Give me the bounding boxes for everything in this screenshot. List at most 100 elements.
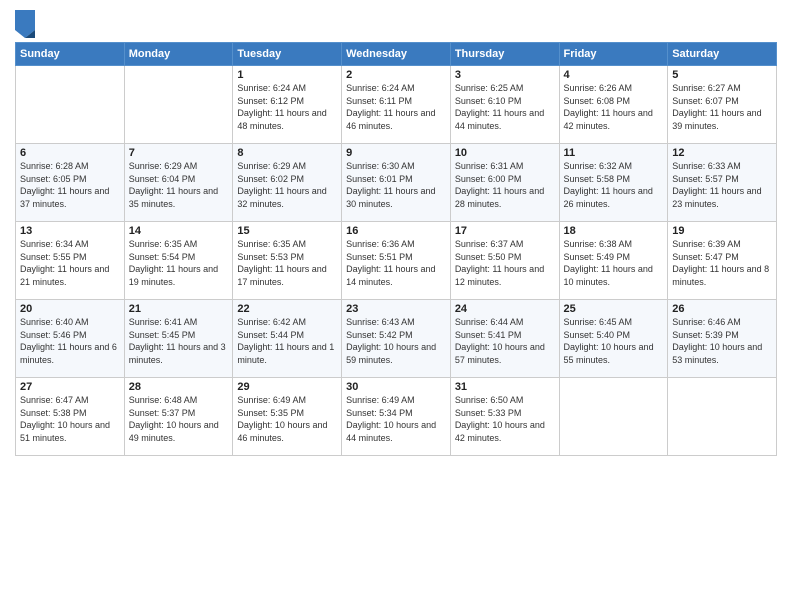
calendar-cell: 6Sunrise: 6:28 AM Sunset: 6:05 PM Daylig… xyxy=(16,144,125,222)
calendar-cell: 13Sunrise: 6:34 AM Sunset: 5:55 PM Dayli… xyxy=(16,222,125,300)
day-number: 9 xyxy=(346,147,446,159)
day-info: Sunrise: 6:24 AM Sunset: 6:12 PM Dayligh… xyxy=(237,82,337,132)
calendar-week-row: 13Sunrise: 6:34 AM Sunset: 5:55 PM Dayli… xyxy=(16,222,777,300)
day-info: Sunrise: 6:41 AM Sunset: 5:45 PM Dayligh… xyxy=(129,316,229,366)
calendar-cell: 28Sunrise: 6:48 AM Sunset: 5:37 PM Dayli… xyxy=(124,378,233,456)
day-info: Sunrise: 6:26 AM Sunset: 6:08 PM Dayligh… xyxy=(564,82,664,132)
day-number: 15 xyxy=(237,225,337,237)
day-number: 11 xyxy=(564,147,664,159)
calendar-cell: 11Sunrise: 6:32 AM Sunset: 5:58 PM Dayli… xyxy=(559,144,668,222)
day-info: Sunrise: 6:43 AM Sunset: 5:42 PM Dayligh… xyxy=(346,316,446,366)
day-info: Sunrise: 6:49 AM Sunset: 5:34 PM Dayligh… xyxy=(346,394,446,444)
day-number: 1 xyxy=(237,69,337,81)
calendar-cell: 2Sunrise: 6:24 AM Sunset: 6:11 PM Daylig… xyxy=(342,66,451,144)
day-number: 18 xyxy=(564,225,664,237)
calendar-header-row: SundayMondayTuesdayWednesdayThursdayFrid… xyxy=(16,43,777,66)
calendar-cell: 18Sunrise: 6:38 AM Sunset: 5:49 PM Dayli… xyxy=(559,222,668,300)
day-number: 17 xyxy=(455,225,555,237)
day-info: Sunrise: 6:31 AM Sunset: 6:00 PM Dayligh… xyxy=(455,160,555,210)
day-info: Sunrise: 6:29 AM Sunset: 6:02 PM Dayligh… xyxy=(237,160,337,210)
day-number: 22 xyxy=(237,303,337,315)
day-info: Sunrise: 6:35 AM Sunset: 5:53 PM Dayligh… xyxy=(237,238,337,288)
calendar-cell: 12Sunrise: 6:33 AM Sunset: 5:57 PM Dayli… xyxy=(668,144,777,222)
day-info: Sunrise: 6:27 AM Sunset: 6:07 PM Dayligh… xyxy=(672,82,772,132)
calendar-cell: 8Sunrise: 6:29 AM Sunset: 6:02 PM Daylig… xyxy=(233,144,342,222)
day-number: 28 xyxy=(129,381,229,393)
calendar-cell: 23Sunrise: 6:43 AM Sunset: 5:42 PM Dayli… xyxy=(342,300,451,378)
day-info: Sunrise: 6:46 AM Sunset: 5:39 PM Dayligh… xyxy=(672,316,772,366)
calendar-cell xyxy=(16,66,125,144)
day-info: Sunrise: 6:35 AM Sunset: 5:54 PM Dayligh… xyxy=(129,238,229,288)
day-of-week-header: Monday xyxy=(124,43,233,66)
day-info: Sunrise: 6:33 AM Sunset: 5:57 PM Dayligh… xyxy=(672,160,772,210)
calendar-cell: 19Sunrise: 6:39 AM Sunset: 5:47 PM Dayli… xyxy=(668,222,777,300)
day-info: Sunrise: 6:37 AM Sunset: 5:50 PM Dayligh… xyxy=(455,238,555,288)
day-number: 26 xyxy=(672,303,772,315)
day-info: Sunrise: 6:30 AM Sunset: 6:01 PM Dayligh… xyxy=(346,160,446,210)
calendar-page: SundayMondayTuesdayWednesdayThursdayFrid… xyxy=(0,0,792,612)
day-info: Sunrise: 6:45 AM Sunset: 5:40 PM Dayligh… xyxy=(564,316,664,366)
day-info: Sunrise: 6:42 AM Sunset: 5:44 PM Dayligh… xyxy=(237,316,337,366)
calendar-week-row: 6Sunrise: 6:28 AM Sunset: 6:05 PM Daylig… xyxy=(16,144,777,222)
day-info: Sunrise: 6:48 AM Sunset: 5:37 PM Dayligh… xyxy=(129,394,229,444)
day-number: 31 xyxy=(455,381,555,393)
calendar-cell: 4Sunrise: 6:26 AM Sunset: 6:08 PM Daylig… xyxy=(559,66,668,144)
day-number: 4 xyxy=(564,69,664,81)
day-info: Sunrise: 6:38 AM Sunset: 5:49 PM Dayligh… xyxy=(564,238,664,288)
day-info: Sunrise: 6:39 AM Sunset: 5:47 PM Dayligh… xyxy=(672,238,772,288)
calendar-cell: 26Sunrise: 6:46 AM Sunset: 5:39 PM Dayli… xyxy=(668,300,777,378)
day-number: 6 xyxy=(20,147,120,159)
calendar-cell xyxy=(124,66,233,144)
day-of-week-header: Saturday xyxy=(668,43,777,66)
day-number: 3 xyxy=(455,69,555,81)
day-number: 19 xyxy=(672,225,772,237)
day-number: 14 xyxy=(129,225,229,237)
calendar-cell: 7Sunrise: 6:29 AM Sunset: 6:04 PM Daylig… xyxy=(124,144,233,222)
calendar-cell: 27Sunrise: 6:47 AM Sunset: 5:38 PM Dayli… xyxy=(16,378,125,456)
calendar-cell: 24Sunrise: 6:44 AM Sunset: 5:41 PM Dayli… xyxy=(450,300,559,378)
day-of-week-header: Sunday xyxy=(16,43,125,66)
calendar-cell: 30Sunrise: 6:49 AM Sunset: 5:34 PM Dayli… xyxy=(342,378,451,456)
calendar-cell: 16Sunrise: 6:36 AM Sunset: 5:51 PM Dayli… xyxy=(342,222,451,300)
calendar-week-row: 1Sunrise: 6:24 AM Sunset: 6:12 PM Daylig… xyxy=(16,66,777,144)
day-number: 5 xyxy=(672,69,772,81)
day-number: 8 xyxy=(237,147,337,159)
day-of-week-header: Wednesday xyxy=(342,43,451,66)
day-info: Sunrise: 6:44 AM Sunset: 5:41 PM Dayligh… xyxy=(455,316,555,366)
calendar-cell xyxy=(559,378,668,456)
day-info: Sunrise: 6:34 AM Sunset: 5:55 PM Dayligh… xyxy=(20,238,120,288)
calendar-cell: 22Sunrise: 6:42 AM Sunset: 5:44 PM Dayli… xyxy=(233,300,342,378)
day-info: Sunrise: 6:50 AM Sunset: 5:33 PM Dayligh… xyxy=(455,394,555,444)
day-number: 10 xyxy=(455,147,555,159)
calendar-cell: 29Sunrise: 6:49 AM Sunset: 5:35 PM Dayli… xyxy=(233,378,342,456)
day-info: Sunrise: 6:25 AM Sunset: 6:10 PM Dayligh… xyxy=(455,82,555,132)
calendar-cell: 17Sunrise: 6:37 AM Sunset: 5:50 PM Dayli… xyxy=(450,222,559,300)
day-of-week-header: Thursday xyxy=(450,43,559,66)
day-number: 27 xyxy=(20,381,120,393)
day-number: 25 xyxy=(564,303,664,315)
calendar-table: SundayMondayTuesdayWednesdayThursdayFrid… xyxy=(15,42,777,456)
day-info: Sunrise: 6:32 AM Sunset: 5:58 PM Dayligh… xyxy=(564,160,664,210)
calendar-cell: 1Sunrise: 6:24 AM Sunset: 6:12 PM Daylig… xyxy=(233,66,342,144)
day-info: Sunrise: 6:24 AM Sunset: 6:11 PM Dayligh… xyxy=(346,82,446,132)
day-number: 30 xyxy=(346,381,446,393)
calendar-cell: 21Sunrise: 6:41 AM Sunset: 5:45 PM Dayli… xyxy=(124,300,233,378)
calendar-cell: 31Sunrise: 6:50 AM Sunset: 5:33 PM Dayli… xyxy=(450,378,559,456)
calendar-cell: 10Sunrise: 6:31 AM Sunset: 6:00 PM Dayli… xyxy=(450,144,559,222)
day-number: 7 xyxy=(129,147,229,159)
calendar-cell: 20Sunrise: 6:40 AM Sunset: 5:46 PM Dayli… xyxy=(16,300,125,378)
calendar-week-row: 20Sunrise: 6:40 AM Sunset: 5:46 PM Dayli… xyxy=(16,300,777,378)
day-info: Sunrise: 6:47 AM Sunset: 5:38 PM Dayligh… xyxy=(20,394,120,444)
calendar-cell xyxy=(668,378,777,456)
day-info: Sunrise: 6:28 AM Sunset: 6:05 PM Dayligh… xyxy=(20,160,120,210)
day-number: 2 xyxy=(346,69,446,81)
day-number: 29 xyxy=(237,381,337,393)
day-number: 20 xyxy=(20,303,120,315)
calendar-cell: 9Sunrise: 6:30 AM Sunset: 6:01 PM Daylig… xyxy=(342,144,451,222)
day-number: 16 xyxy=(346,225,446,237)
day-info: Sunrise: 6:40 AM Sunset: 5:46 PM Dayligh… xyxy=(20,316,120,366)
day-number: 23 xyxy=(346,303,446,315)
day-number: 13 xyxy=(20,225,120,237)
day-info: Sunrise: 6:29 AM Sunset: 6:04 PM Dayligh… xyxy=(129,160,229,210)
logo-icon xyxy=(15,10,35,38)
